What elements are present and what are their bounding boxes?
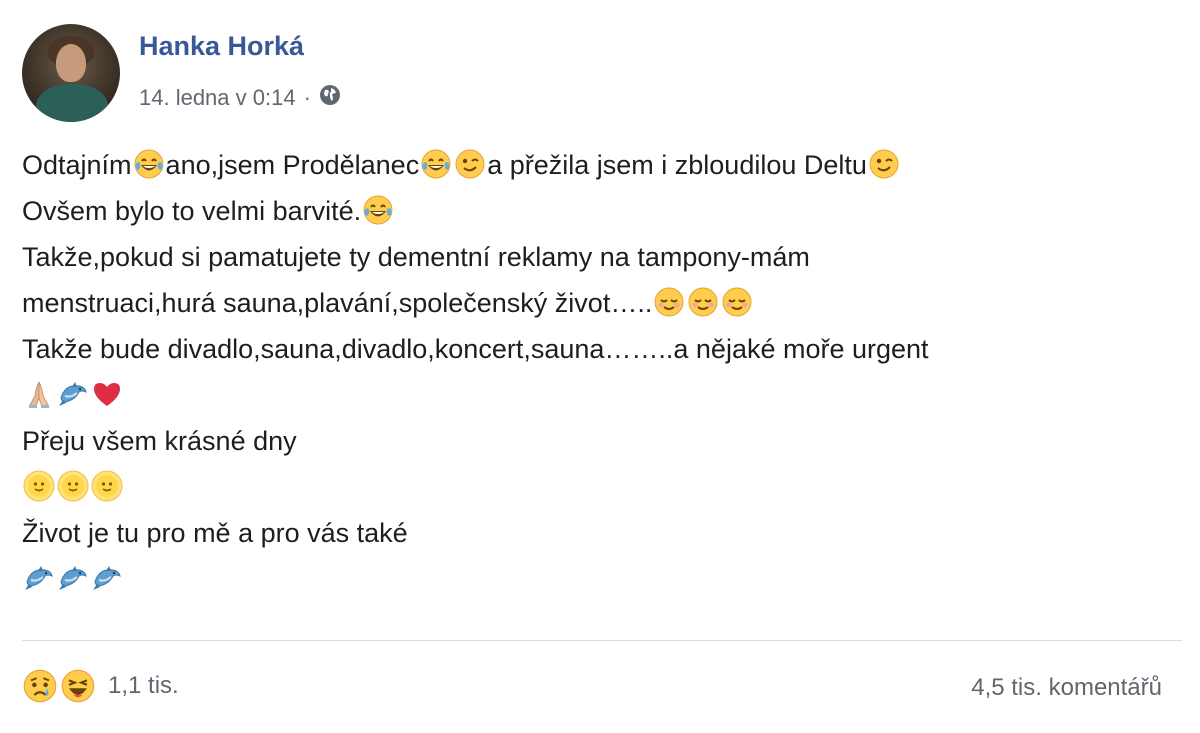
post-text-line: Přeju všem krásné dny — [22, 418, 1182, 464]
post-text-segment: Takže bude divadlo,sauna,divadlo,koncert… — [22, 334, 929, 364]
post-text-line — [22, 464, 1182, 510]
post-text-segment: Ovšem bylo to velmi barvité. — [22, 196, 362, 226]
avatar-body-shape — [36, 84, 108, 122]
wink-emoji-icon — [454, 148, 486, 180]
wink-emoji-icon — [868, 148, 900, 180]
dolphin-emoji-icon — [23, 562, 55, 594]
tears-of-joy-emoji-icon — [420, 148, 452, 180]
facebook-post: Hanka Horká 14. ledna v 0:14 · Odtajním a… — [0, 0, 1200, 733]
post-text-line: Takže,pokud si pamatujete ty dementní re… — [22, 234, 1182, 280]
reaction-icons — [22, 668, 98, 704]
relieved-emoji-icon — [687, 286, 719, 318]
praying-hands-emoji-icon — [23, 378, 55, 410]
reactions-summary[interactable]: 1,1 tis. — [22, 668, 179, 704]
reaction-count: 1,1 tis. — [108, 672, 179, 699]
post-text-segment: Takže,pokud si pamatujete ty dementní re… — [22, 242, 810, 272]
relieved-emoji-icon — [653, 286, 685, 318]
tears-of-joy-emoji-icon — [133, 148, 165, 180]
footer-divider — [22, 640, 1182, 641]
author-avatar[interactable] — [22, 24, 120, 122]
post-text-line — [22, 556, 1182, 602]
post-text-segment: Přeju všem krásné dny — [22, 426, 297, 456]
post-text-line: menstruaci,hurá sauna,plavání,společensk… — [22, 280, 1182, 326]
sun-face-emoji-icon — [57, 470, 89, 502]
post-text-line: Život je tu pro mě a pro vás také — [22, 510, 1182, 556]
post-text-line: Odtajním ano,jsem Prodělanec a přežila jse… — [22, 142, 1182, 188]
post-text-segment: menstruaci,hurá sauna,plavání,společensk… — [22, 288, 653, 318]
post-text-segment: Život je tu pro mě a pro vás také — [22, 518, 408, 548]
post-text-segment: Odtajním — [22, 150, 132, 180]
red-heart-emoji-icon — [91, 378, 123, 410]
globe-icon[interactable] — [319, 84, 341, 112]
avatar-face-shape — [56, 44, 86, 82]
post-timestamp[interactable]: 14. ledna v 0:14 — [139, 85, 296, 111]
author-name-link[interactable]: Hanka Horká — [139, 31, 304, 62]
relieved-emoji-icon — [721, 286, 753, 318]
post-text-line: Takže bude divadlo,sauna,divadlo,koncert… — [22, 326, 1182, 372]
tears-of-joy-emoji-icon — [362, 194, 394, 226]
sun-face-emoji-icon — [91, 470, 123, 502]
sad-reaction-emoji-icon — [22, 668, 58, 704]
post-text: Odtajním ano,jsem Prodělanec a přežila jse… — [22, 142, 1182, 602]
sun-face-emoji-icon — [23, 470, 55, 502]
post-text-line — [22, 372, 1182, 418]
post-text-segment: ano,jsem Prodělanec — [165, 150, 420, 180]
dolphin-emoji-icon — [57, 378, 89, 410]
dolphin-emoji-icon — [57, 562, 89, 594]
dolphin-emoji-icon — [91, 562, 123, 594]
post-text-line: Ovšem bylo to velmi barvité. — [22, 188, 1182, 234]
comment-count-link[interactable]: 4,5 tis. komentářů — [971, 674, 1162, 702]
haha-reaction-emoji-icon — [60, 668, 96, 704]
post-text-segment: a přežila jsem i zbloudilou Deltu — [487, 150, 867, 180]
meta-separator: · — [303, 85, 311, 110]
post-meta: 14. ledna v 0:14 · — [139, 84, 341, 112]
